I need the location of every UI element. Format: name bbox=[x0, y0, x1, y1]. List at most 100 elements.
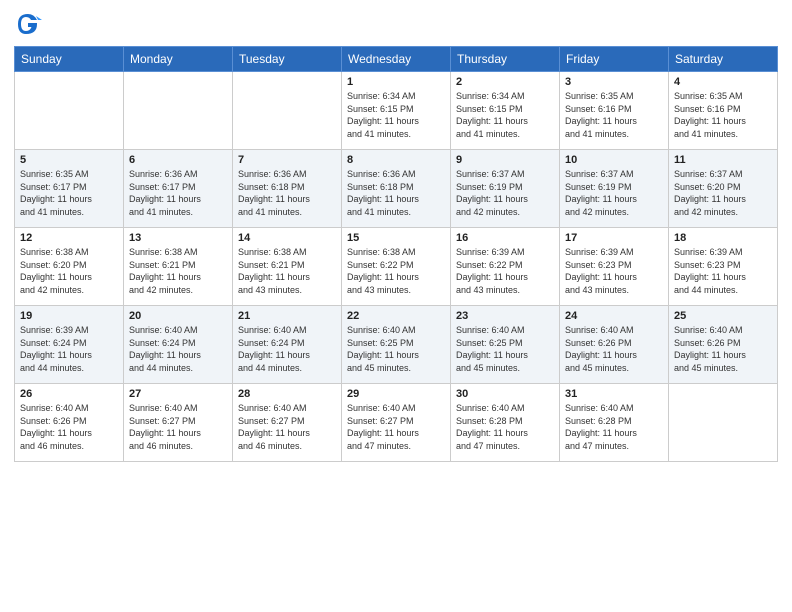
day-number: 14 bbox=[238, 232, 336, 244]
day-number: 18 bbox=[674, 232, 772, 244]
day-number: 5 bbox=[20, 154, 118, 166]
day-info: Sunrise: 6:39 AM Sunset: 6:23 PM Dayligh… bbox=[565, 246, 663, 296]
day-number: 23 bbox=[456, 310, 554, 322]
logo-icon bbox=[14, 10, 42, 38]
day-cell: 8 Sunrise: 6:36 AM Sunset: 6:18 PM Daylig… bbox=[342, 150, 451, 228]
day-info: Sunrise: 6:38 AM Sunset: 6:21 PM Dayligh… bbox=[129, 246, 227, 296]
day-info: Sunrise: 6:35 AM Sunset: 6:16 PM Dayligh… bbox=[565, 90, 663, 140]
week-row-2: 12 Sunrise: 6:38 AM Sunset: 6:20 PM Dayli… bbox=[15, 228, 778, 306]
day-info: Sunrise: 6:34 AM Sunset: 6:15 PM Dayligh… bbox=[456, 90, 554, 140]
day-info: Sunrise: 6:40 AM Sunset: 6:26 PM Dayligh… bbox=[20, 402, 118, 452]
day-info: Sunrise: 6:37 AM Sunset: 6:19 PM Dayligh… bbox=[565, 168, 663, 218]
col-header-friday: Friday bbox=[560, 47, 669, 72]
day-number: 26 bbox=[20, 388, 118, 400]
day-number: 6 bbox=[129, 154, 227, 166]
day-info: Sunrise: 6:39 AM Sunset: 6:24 PM Dayligh… bbox=[20, 324, 118, 374]
day-info: Sunrise: 6:36 AM Sunset: 6:18 PM Dayligh… bbox=[347, 168, 445, 218]
day-cell: 10 Sunrise: 6:37 AM Sunset: 6:19 PM Dayli… bbox=[560, 150, 669, 228]
day-number: 7 bbox=[238, 154, 336, 166]
day-number: 12 bbox=[20, 232, 118, 244]
day-number: 22 bbox=[347, 310, 445, 322]
day-info: Sunrise: 6:38 AM Sunset: 6:20 PM Dayligh… bbox=[20, 246, 118, 296]
day-cell: 31 Sunrise: 6:40 AM Sunset: 6:28 PM Dayli… bbox=[560, 384, 669, 462]
day-info: Sunrise: 6:38 AM Sunset: 6:22 PM Dayligh… bbox=[347, 246, 445, 296]
logo bbox=[14, 10, 46, 38]
day-info: Sunrise: 6:36 AM Sunset: 6:17 PM Dayligh… bbox=[129, 168, 227, 218]
header bbox=[14, 10, 778, 38]
day-cell: 29 Sunrise: 6:40 AM Sunset: 6:27 PM Dayli… bbox=[342, 384, 451, 462]
day-number: 11 bbox=[674, 154, 772, 166]
day-info: Sunrise: 6:39 AM Sunset: 6:22 PM Dayligh… bbox=[456, 246, 554, 296]
day-number: 29 bbox=[347, 388, 445, 400]
day-cell: 15 Sunrise: 6:38 AM Sunset: 6:22 PM Dayli… bbox=[342, 228, 451, 306]
day-cell: 7 Sunrise: 6:36 AM Sunset: 6:18 PM Daylig… bbox=[233, 150, 342, 228]
day-number: 30 bbox=[456, 388, 554, 400]
day-info: Sunrise: 6:34 AM Sunset: 6:15 PM Dayligh… bbox=[347, 90, 445, 140]
week-row-3: 19Sunrise: 6:39 AM Sunset: 6:24 PM Dayli… bbox=[15, 306, 778, 384]
day-number: 28 bbox=[238, 388, 336, 400]
day-info: Sunrise: 6:40 AM Sunset: 6:28 PM Dayligh… bbox=[565, 402, 663, 452]
col-header-monday: Monday bbox=[124, 47, 233, 72]
day-number: 21 bbox=[238, 310, 336, 322]
week-row-0: 1 Sunrise: 6:34 AM Sunset: 6:15 PM Daylig… bbox=[15, 72, 778, 150]
day-cell: 11 Sunrise: 6:37 AM Sunset: 6:20 PM Dayli… bbox=[669, 150, 778, 228]
day-info: Sunrise: 6:40 AM Sunset: 6:24 PM Dayligh… bbox=[129, 324, 227, 374]
day-info: Sunrise: 6:40 AM Sunset: 6:25 PM Dayligh… bbox=[456, 324, 554, 374]
day-cell: 25 Sunrise: 6:40 AM Sunset: 6:26 PM Dayli… bbox=[669, 306, 778, 384]
col-header-tuesday: Tuesday bbox=[233, 47, 342, 72]
day-cell bbox=[669, 384, 778, 462]
day-number: 20 bbox=[129, 310, 227, 322]
day-cell: 28Sunrise: 6:40 AM Sunset: 6:27 PM Dayli… bbox=[233, 384, 342, 462]
day-cell: 2 Sunrise: 6:34 AM Sunset: 6:15 PM Daylig… bbox=[451, 72, 560, 150]
day-number: 9 bbox=[456, 154, 554, 166]
day-cell: 9 Sunrise: 6:37 AM Sunset: 6:19 PM Daylig… bbox=[451, 150, 560, 228]
day-cell: 13 Sunrise: 6:38 AM Sunset: 6:21 PM Dayli… bbox=[124, 228, 233, 306]
day-number: 27 bbox=[129, 388, 227, 400]
col-header-wednesday: Wednesday bbox=[342, 47, 451, 72]
day-cell: 4Sunrise: 6:35 AM Sunset: 6:16 PM Daylig… bbox=[669, 72, 778, 150]
day-cell: 21 Sunrise: 6:40 AM Sunset: 6:24 PM Dayli… bbox=[233, 306, 342, 384]
day-number: 8 bbox=[347, 154, 445, 166]
day-info: Sunrise: 6:36 AM Sunset: 6:18 PM Dayligh… bbox=[238, 168, 336, 218]
day-info: Sunrise: 6:37 AM Sunset: 6:19 PM Dayligh… bbox=[456, 168, 554, 218]
day-cell: 5 Sunrise: 6:35 AM Sunset: 6:17 PM Daylig… bbox=[15, 150, 124, 228]
day-cell: 12 Sunrise: 6:38 AM Sunset: 6:20 PM Dayli… bbox=[15, 228, 124, 306]
day-info: Sunrise: 6:40 AM Sunset: 6:26 PM Dayligh… bbox=[565, 324, 663, 374]
day-cell: 3Sunrise: 6:35 AM Sunset: 6:16 PM Daylig… bbox=[560, 72, 669, 150]
day-number: 1 bbox=[347, 76, 445, 88]
day-number: 10 bbox=[565, 154, 663, 166]
day-number: 31 bbox=[565, 388, 663, 400]
day-cell bbox=[124, 72, 233, 150]
day-info: Sunrise: 6:35 AM Sunset: 6:17 PM Dayligh… bbox=[20, 168, 118, 218]
day-cell: 24Sunrise: 6:40 AM Sunset: 6:26 PM Dayli… bbox=[560, 306, 669, 384]
day-info: Sunrise: 6:40 AM Sunset: 6:24 PM Dayligh… bbox=[238, 324, 336, 374]
day-cell: 14 Sunrise: 6:38 AM Sunset: 6:21 PM Dayli… bbox=[233, 228, 342, 306]
day-info: Sunrise: 6:37 AM Sunset: 6:20 PM Dayligh… bbox=[674, 168, 772, 218]
day-cell bbox=[233, 72, 342, 150]
day-cell: 30 Sunrise: 6:40 AM Sunset: 6:28 PM Dayli… bbox=[451, 384, 560, 462]
day-number: 2 bbox=[456, 76, 554, 88]
day-cell: 19Sunrise: 6:39 AM Sunset: 6:24 PM Dayli… bbox=[15, 306, 124, 384]
calendar-header-row: SundayMondayTuesdayWednesdayThursdayFrid… bbox=[15, 47, 778, 72]
day-cell: 1 Sunrise: 6:34 AM Sunset: 6:15 PM Daylig… bbox=[342, 72, 451, 150]
day-cell: 16Sunrise: 6:39 AM Sunset: 6:22 PM Dayli… bbox=[451, 228, 560, 306]
day-info: Sunrise: 6:40 AM Sunset: 6:25 PM Dayligh… bbox=[347, 324, 445, 374]
day-info: Sunrise: 6:40 AM Sunset: 6:27 PM Dayligh… bbox=[129, 402, 227, 452]
day-info: Sunrise: 6:38 AM Sunset: 6:21 PM Dayligh… bbox=[238, 246, 336, 296]
day-cell: 6 Sunrise: 6:36 AM Sunset: 6:17 PM Daylig… bbox=[124, 150, 233, 228]
calendar: SundayMondayTuesdayWednesdayThursdayFrid… bbox=[14, 46, 778, 462]
day-number: 13 bbox=[129, 232, 227, 244]
day-info: Sunrise: 6:40 AM Sunset: 6:28 PM Dayligh… bbox=[456, 402, 554, 452]
day-number: 15 bbox=[347, 232, 445, 244]
day-info: Sunrise: 6:40 AM Sunset: 6:26 PM Dayligh… bbox=[674, 324, 772, 374]
day-info: Sunrise: 6:40 AM Sunset: 6:27 PM Dayligh… bbox=[347, 402, 445, 452]
day-cell: 18Sunrise: 6:39 AM Sunset: 6:23 PM Dayli… bbox=[669, 228, 778, 306]
day-number: 25 bbox=[674, 310, 772, 322]
day-cell: 26 Sunrise: 6:40 AM Sunset: 6:26 PM Dayli… bbox=[15, 384, 124, 462]
col-header-saturday: Saturday bbox=[669, 47, 778, 72]
day-cell: 22 Sunrise: 6:40 AM Sunset: 6:25 PM Dayli… bbox=[342, 306, 451, 384]
col-header-sunday: Sunday bbox=[15, 47, 124, 72]
day-info: Sunrise: 6:35 AM Sunset: 6:16 PM Dayligh… bbox=[674, 90, 772, 140]
day-cell: 27 Sunrise: 6:40 AM Sunset: 6:27 PM Dayli… bbox=[124, 384, 233, 462]
day-cell: 17Sunrise: 6:39 AM Sunset: 6:23 PM Dayli… bbox=[560, 228, 669, 306]
